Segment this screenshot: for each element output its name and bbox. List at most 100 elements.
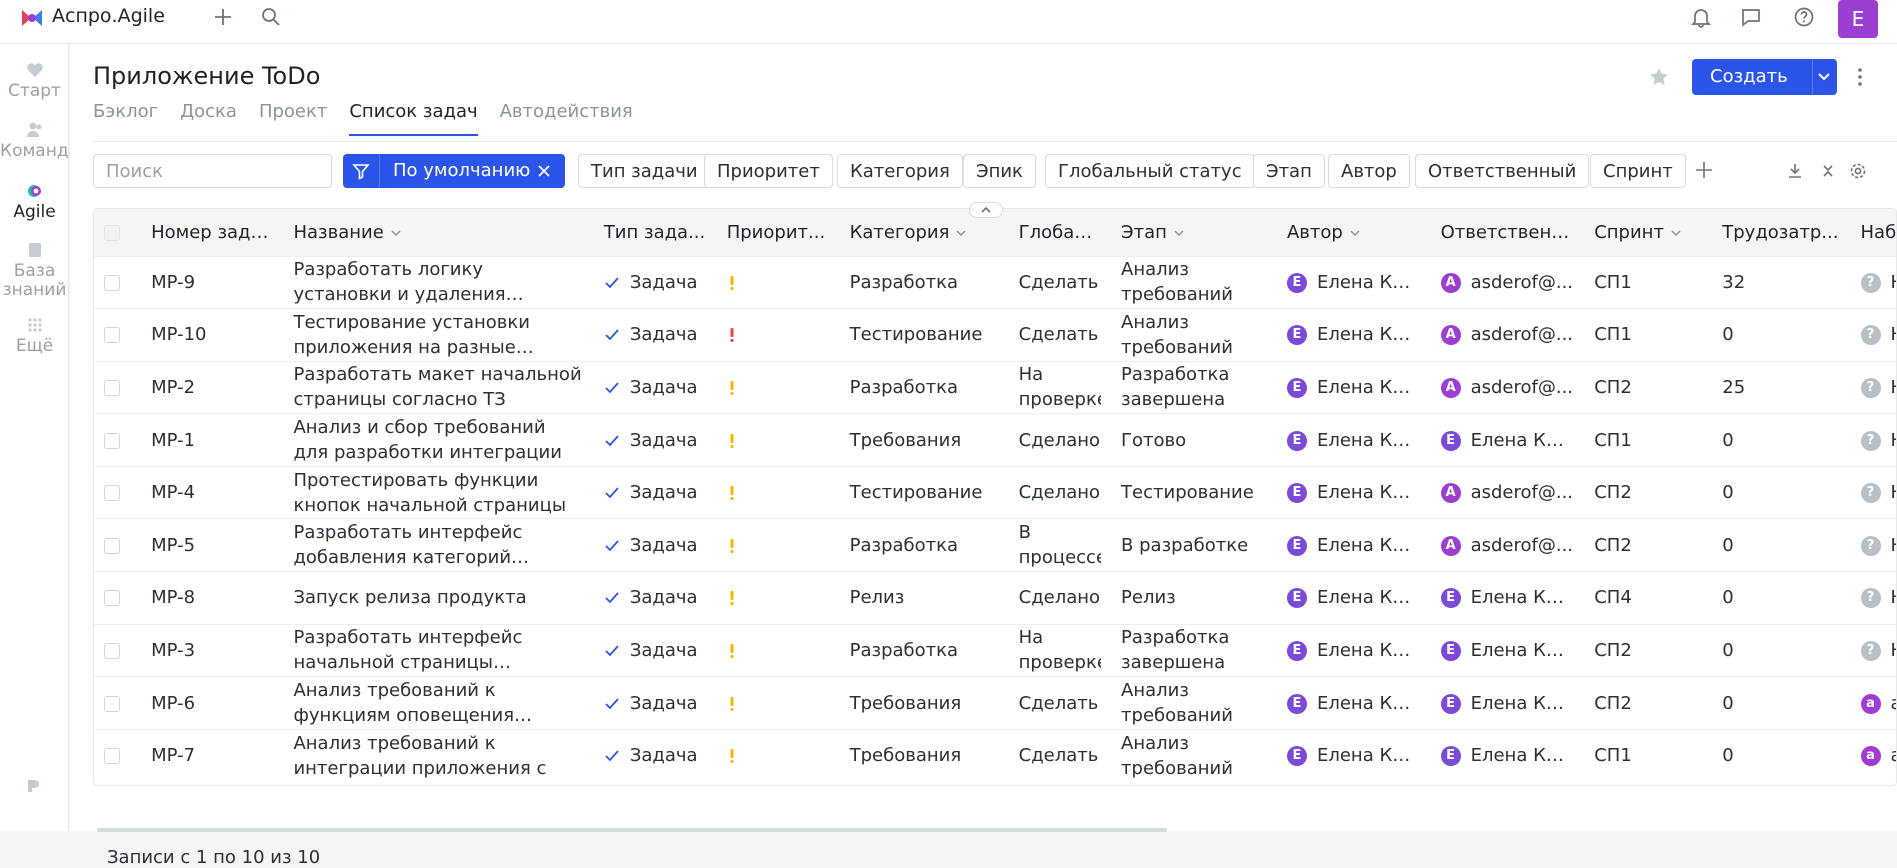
table-row[interactable]: MP-4 Протестировать функции кнопок началь… (94, 466, 1896, 519)
filter-chip-sprint[interactable]: Спринт (1590, 154, 1686, 188)
horizontal-scrollbar[interactable] (97, 828, 1167, 832)
task-name[interactable]: Разработать макет начальной страницы сог… (293, 362, 583, 412)
table-row[interactable]: MP-10 Тестирование установки приложения н… (94, 308, 1896, 362)
create-button[interactable]: Создать (1692, 59, 1837, 95)
row-checkbox[interactable] (104, 274, 120, 291)
filter-preset-default[interactable]: По умолчанию (343, 154, 565, 188)
filter-chip-task-type[interactable]: Тип задачи (578, 154, 711, 188)
task-name[interactable]: Протестировать функции кнопок начальной … (293, 468, 583, 518)
task-name[interactable]: Анализ требований к функциям оповещения … (293, 678, 583, 728)
column-header-assignee[interactable]: Ответственн... (1431, 209, 1585, 256)
task-id[interactable]: MP-8 (141, 572, 283, 625)
task-id[interactable]: MP-7 (141, 729, 283, 782)
column-header-name[interactable]: Название (283, 209, 593, 256)
column-header-author[interactable]: Автор (1277, 209, 1431, 256)
chevron-down-icon[interactable] (1816, 70, 1832, 84)
select-all-checkbox[interactable] (104, 224, 120, 241)
add-filter-icon[interactable] (1694, 160, 1714, 180)
tab-project[interactable]: Проект (259, 101, 327, 134)
tab-automations[interactable]: Автодействия (500, 101, 633, 134)
table-row[interactable]: MP-2 Разработать макет начальной страницы… (94, 361, 1896, 414)
row-checkbox[interactable] (104, 327, 120, 344)
task-id[interactable]: MP-10 (141, 309, 283, 362)
search-input[interactable] (93, 154, 332, 188)
plus-icon[interactable] (212, 6, 234, 28)
row-checkbox[interactable] (104, 748, 120, 765)
chat-icon[interactable] (1740, 6, 1762, 28)
tab-task-list[interactable]: Список задач (349, 101, 478, 136)
star-icon[interactable] (1648, 66, 1670, 88)
task-name[interactable]: Анализ и сбор требований для разработки … (293, 415, 583, 465)
tab-backlog[interactable]: Бэклог (93, 101, 158, 134)
task-id[interactable]: MP-5 (141, 519, 283, 572)
sidebar-item-team[interactable]: Команда (0, 120, 79, 161)
download-icon[interactable] (1786, 162, 1804, 180)
filter-chip-assignee[interactable]: Ответственный (1415, 154, 1590, 188)
collapse-rows-icon[interactable] (1819, 162, 1837, 180)
sidebar-item-label: Старт (8, 81, 61, 101)
watcher-avatar: ? (1860, 483, 1881, 504)
sidebar-item-start[interactable]: Старт (0, 60, 69, 101)
row-checkbox[interactable] (104, 379, 120, 396)
row-checkbox[interactable] (104, 695, 120, 712)
column-header-watchers[interactable]: Наблюд... (1851, 209, 1896, 256)
filter-chip-epic[interactable]: Эпик (963, 154, 1036, 188)
row-checkbox[interactable] (104, 590, 120, 607)
column-header-id[interactable]: Номер зада... (141, 209, 283, 256)
table-row[interactable]: MP-6 Анализ требований к функциям оповеще… (94, 676, 1896, 730)
row-checkbox[interactable] (104, 642, 120, 659)
row-checkbox[interactable] (104, 537, 120, 554)
user-avatar[interactable]: E (1838, 0, 1878, 38)
assignee-name: Елена Кот... (1470, 692, 1585, 714)
bell-icon[interactable] (1690, 6, 1712, 28)
help-icon[interactable] (1793, 6, 1815, 28)
app-title[interactable]: Аспро.Agile (52, 5, 165, 27)
column-header-priority[interactable]: Приорит... (717, 209, 840, 256)
task-name[interactable]: Разработать интерфейс добавления категор… (293, 520, 583, 570)
task-id[interactable]: MP-1 (141, 414, 283, 467)
assignee-cell: Aasderof@... (1431, 361, 1585, 414)
table-row[interactable]: MP-8 Запуск релиза продукта Задача Релиз Сде… (94, 571, 1896, 625)
author-avatar: E (1286, 325, 1307, 346)
column-header-stage[interactable]: Этап (1111, 209, 1277, 256)
app-logo-icon[interactable] (20, 6, 44, 30)
table-row[interactable]: MP-5 Разработать интерфейс добавления кат… (94, 518, 1896, 572)
row-checkbox[interactable] (104, 432, 120, 449)
close-icon[interactable] (536, 163, 552, 179)
column-header-global-status[interactable]: Глобал... (1009, 209, 1111, 256)
filter-chip-global-status[interactable]: Глобальный статус (1045, 154, 1255, 188)
table-row[interactable]: MP-9 Разработать логику установки и удале… (94, 256, 1896, 309)
more-vertical-icon[interactable] (1855, 66, 1865, 88)
tab-board[interactable]: Доска (180, 101, 237, 134)
settings-icon[interactable] (1849, 162, 1867, 180)
task-id[interactable]: MP-9 (141, 256, 283, 309)
collapse-filters-toggle[interactable] (969, 202, 1003, 218)
task-id[interactable]: MP-6 (141, 677, 283, 730)
sidebar-item-more[interactable]: Ещё (0, 315, 69, 356)
chevron-up-icon (981, 206, 991, 213)
task-name[interactable]: Анализ требований к интеграции приложени… (293, 731, 583, 781)
sidebar-item-agile[interactable]: Agile (0, 181, 69, 222)
table-row[interactable]: MP-3 Разработать интерфейс начальной стра… (94, 624, 1896, 677)
search-icon[interactable] (260, 6, 282, 28)
filter-chip-author[interactable]: Автор (1328, 154, 1410, 188)
column-header-effort[interactable]: Трудозатр... (1712, 209, 1850, 256)
task-id[interactable]: MP-4 (141, 466, 283, 519)
task-name[interactable]: Тестирование установки приложения на раз… (293, 310, 583, 360)
row-checkbox[interactable] (104, 485, 120, 502)
task-id[interactable]: MP-2 (141, 361, 283, 414)
filter-chip-category[interactable]: Категория (837, 154, 963, 188)
column-header-type[interactable]: Тип зада... (594, 209, 717, 256)
check-icon (605, 645, 619, 657)
task-name[interactable]: Запуск релиза продукта (293, 585, 583, 610)
filter-chip-priority[interactable]: Приоритет (704, 154, 833, 188)
table-row[interactable]: MP-7 Анализ требований к интеграции прило… (94, 729, 1896, 782)
task-id[interactable]: MP-3 (141, 624, 283, 677)
filter-chip-stage[interactable]: Этап (1253, 154, 1325, 188)
table-row[interactable]: MP-1 Анализ и сбор требований для разрабо… (94, 413, 1896, 467)
task-name[interactable]: Разработать интерфейс начальной страницы… (293, 625, 583, 675)
global-status-cell: Сделано (1009, 414, 1111, 467)
sidebar-item-knowledge[interactable]: База знаний (0, 240, 69, 300)
task-name[interactable]: Разработать логику установки и удаления … (293, 257, 583, 307)
column-header-sprint[interactable]: Спринт (1584, 209, 1712, 256)
